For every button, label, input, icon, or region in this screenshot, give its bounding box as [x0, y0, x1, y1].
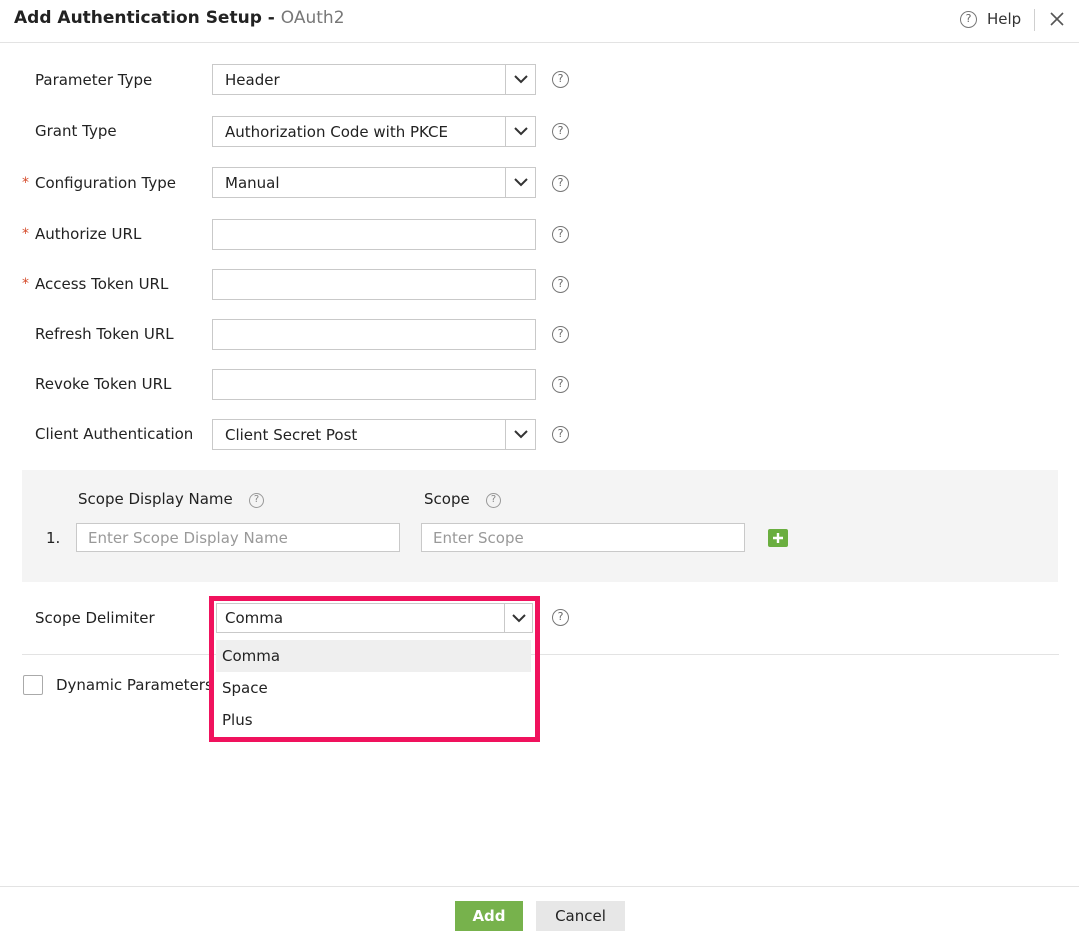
question-icon[interactable]: ? — [552, 609, 569, 626]
authorize-url-input[interactable] — [212, 219, 536, 250]
revoke-token-url-input[interactable] — [212, 369, 536, 400]
dialog-header: Add Authentication Setup - OAuth2 ? Help — [0, 0, 1079, 43]
parameter-type-label: Parameter Type — [35, 71, 153, 89]
help-link[interactable]: ? Help — [960, 10, 1021, 28]
dialog-title: Add Authentication Setup - OAuth2 — [14, 8, 345, 28]
scope-header: Scope — [424, 490, 470, 508]
question-icon[interactable]: ? — [552, 326, 569, 343]
access-token-url-label: Access Token URL — [35, 275, 169, 293]
chevron-down-icon — [505, 65, 535, 94]
question-icon[interactable]: ? — [486, 493, 501, 508]
cancel-button[interactable]: Cancel — [536, 901, 625, 931]
parameter-type-select[interactable]: Header — [212, 64, 536, 95]
scope-display-name-header: Scope Display Name — [78, 490, 233, 508]
client-authentication-select[interactable]: Client Secret Post — [212, 419, 536, 450]
help-label: Help — [987, 10, 1022, 28]
question-icon[interactable]: ? — [249, 493, 264, 508]
chevron-down-icon — [504, 604, 532, 632]
close-icon[interactable] — [1047, 8, 1067, 30]
parameter-type-value: Header — [225, 71, 280, 89]
chevron-down-icon — [505, 420, 535, 449]
scope-delimiter-select[interactable]: Comma — [216, 603, 533, 633]
revoke-token-url-label: Revoke Token URL — [35, 375, 172, 393]
dialog-subtitle: OAuth2 — [280, 8, 345, 28]
configuration-type-label: Configuration Type — [35, 174, 176, 192]
scope-delimiter-menu: Comma Space Plus — [216, 640, 531, 736]
question-icon[interactable]: ? — [552, 71, 569, 88]
dropdown-option-comma[interactable]: Comma — [216, 640, 531, 672]
dropdown-option-space[interactable]: Space — [216, 672, 531, 704]
required-marker: * — [22, 175, 29, 191]
dynamic-parameters-label: Dynamic Parameters — [56, 676, 213, 694]
question-icon[interactable]: ? — [552, 276, 569, 293]
add-button[interactable]: Add — [455, 901, 523, 931]
add-scope-button[interactable] — [768, 529, 788, 547]
scope-delimiter-value: Comma — [225, 609, 284, 627]
scope-display-name-input[interactable]: Enter Scope Display Name — [76, 523, 400, 552]
grant-type-select[interactable]: Authorization Code with PKCE — [212, 116, 536, 147]
section-divider — [22, 654, 1059, 655]
question-icon[interactable]: ? — [552, 376, 569, 393]
required-marker: * — [22, 276, 29, 292]
chevron-down-icon — [505, 168, 535, 197]
scope-delimiter-label: Scope Delimiter — [35, 609, 155, 627]
access-token-url-input[interactable] — [212, 269, 536, 300]
refresh-token-url-input[interactable] — [212, 319, 536, 350]
client-authentication-value: Client Secret Post — [225, 426, 358, 444]
dynamic-parameters-checkbox[interactable] — [23, 675, 43, 695]
client-authentication-label: Client Authentication — [35, 425, 194, 443]
plus-icon — [773, 533, 783, 543]
question-icon[interactable]: ? — [552, 226, 569, 243]
required-marker: * — [22, 226, 29, 242]
question-icon[interactable]: ? — [552, 175, 569, 192]
grant-type-label: Grant Type — [35, 122, 117, 140]
header-divider — [1034, 9, 1035, 31]
dialog-title-text: Add Authentication Setup - — [14, 8, 275, 28]
scope-input[interactable]: Enter Scope — [421, 523, 745, 552]
grant-type-value: Authorization Code with PKCE — [225, 123, 449, 141]
configuration-type-select[interactable]: Manual — [212, 167, 536, 198]
configuration-type-value: Manual — [225, 174, 280, 192]
authorize-url-label: Authorize URL — [35, 225, 142, 243]
dropdown-option-plus[interactable]: Plus — [216, 704, 531, 736]
refresh-token-url-label: Refresh Token URL — [35, 325, 174, 343]
question-icon: ? — [960, 10, 977, 28]
question-icon[interactable]: ? — [552, 426, 569, 443]
question-icon[interactable]: ? — [552, 123, 569, 140]
chevron-down-icon — [505, 117, 535, 146]
scope-row-index: 1. — [46, 529, 61, 547]
